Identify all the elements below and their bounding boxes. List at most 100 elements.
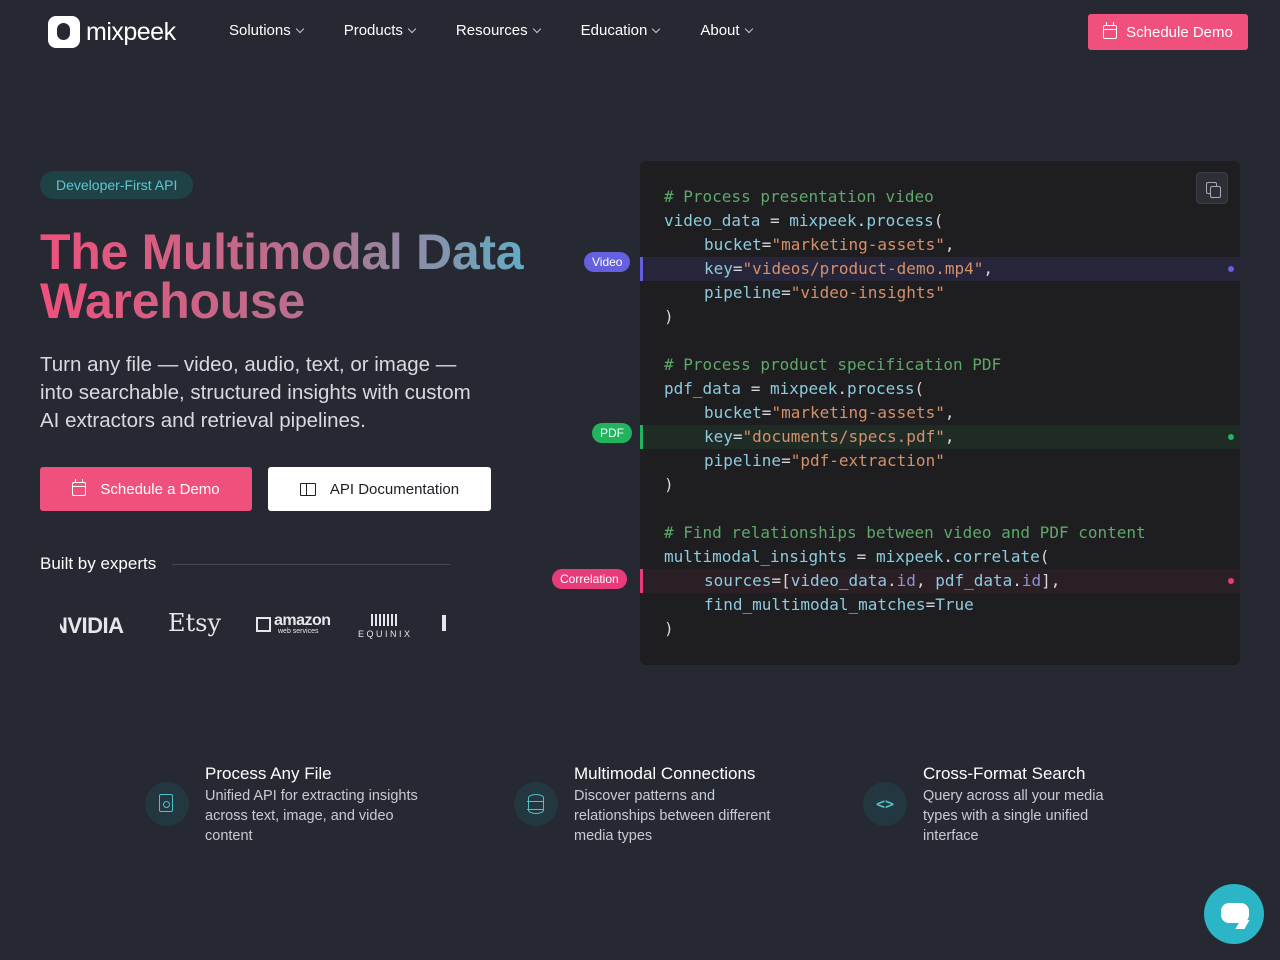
code-token: = [925, 595, 936, 614]
code-line: video_data = mixpeek.process( [640, 209, 1240, 233]
code-token: = [781, 451, 791, 470]
feature-desc: Query across all your media types with a… [923, 788, 1104, 844]
schedule-a-demo-label: Schedule a Demo [100, 480, 220, 498]
logo-text: mixpeek [86, 17, 176, 46]
code-token: ) [664, 307, 674, 326]
code-token: . [856, 211, 867, 230]
code-token: video_data [664, 211, 761, 230]
code-token: = [732, 427, 743, 446]
code-token: mixpeek [875, 547, 944, 566]
calendar-icon [1103, 22, 1118, 39]
aws-cube-icon [256, 617, 271, 632]
feature-icon-bg [145, 782, 189, 826]
chat-icon[interactable] [1204, 884, 1264, 944]
code-token: id [896, 571, 916, 590]
code-line: find_multimodal_matches=True [640, 593, 1240, 617]
code-line: # Process product specification PDF [640, 353, 1240, 377]
code-token: mixpeek [769, 379, 838, 398]
chevron-down-icon [744, 24, 753, 33]
feature-icon-bg: <> [863, 782, 907, 826]
pdf-tag: PDF [592, 423, 632, 443]
code-token: , [944, 235, 955, 254]
code-token: bucket [704, 235, 762, 254]
code-line-pdf-highlight: key="documents/specs.pdf", [640, 425, 1240, 449]
menu-label: Solutions [229, 22, 291, 39]
code-line: multimodal_insights = mixpeek.correlate( [640, 545, 1240, 569]
code-token: = [760, 211, 790, 230]
code-string: "video-insights" [790, 283, 945, 302]
code-token: video_data [790, 571, 888, 590]
pdf-marker-dot [1228, 434, 1234, 440]
menu-label: Resources [455, 22, 528, 39]
code-token: ) [664, 475, 674, 494]
feature-title: Multimodal Connections [574, 764, 756, 783]
code-comment: # Process product specification PDF [664, 355, 1002, 374]
menu-education[interactable]: Education [581, 22, 661, 39]
code-token: ( [1039, 547, 1050, 566]
hero-title: The Multimodal Data Warehouse [40, 228, 600, 326]
etsy-logo: Etsy [168, 609, 222, 637]
chevron-down-icon [407, 24, 417, 33]
feature-body: Cross-Format Search Query across all you… [923, 764, 1123, 846]
file-search-icon [159, 794, 173, 812]
calendar-icon [72, 479, 87, 496]
schedule-demo-nav-button[interactable]: Schedule Demo [1088, 14, 1248, 50]
code-panel: # Process presentation video video_data … [640, 161, 1240, 665]
code-token: =[ [771, 571, 791, 590]
api-documentation-label: API Documentation [329, 480, 460, 498]
code-line: bucket="marketing-assets", [640, 233, 1240, 257]
feature-icon-bg [514, 782, 558, 826]
code-block: # Process presentation video video_data … [640, 185, 1240, 641]
schedule-a-demo-button[interactable]: Schedule a Demo [40, 467, 252, 511]
code-icon: <> [875, 795, 895, 813]
feature-title: Process Any File [205, 764, 332, 783]
correlation-marker-dot [1228, 578, 1234, 584]
equinix-bars-icon [371, 614, 400, 626]
api-documentation-button[interactable]: API Documentation [268, 467, 491, 511]
code-token: find_multimodal_matches [704, 595, 926, 614]
menu-solutions[interactable]: Solutions [229, 22, 304, 39]
feature-desc: Unified API for extracting insights acro… [205, 788, 418, 844]
code-token: = [761, 403, 772, 422]
code-line-correlation-highlight: sources=[video_data.id, pdf_data.id], [640, 569, 1240, 593]
code-token: process [847, 379, 915, 398]
chevron-down-icon [295, 24, 304, 33]
top-nav: mixpeek Solutions Products Resources Edu… [0, 0, 1280, 64]
menu-about[interactable]: About [700, 22, 753, 39]
code-string: "marketing-assets" [771, 235, 945, 254]
code-string: "pdf-extraction" [790, 451, 945, 470]
code-line: pipeline="pdf-extraction" [640, 449, 1240, 473]
feature-multimodal-connections: Multimodal Connections Discover patterns… [514, 764, 794, 846]
code-token: bucket [704, 403, 762, 422]
code-token: ], [1041, 571, 1061, 590]
code-comment: # Find relationships between video and P… [664, 523, 1146, 542]
code-token: = [847, 547, 876, 566]
book-icon [299, 482, 316, 496]
code-line: ) [640, 473, 1240, 497]
code-string: "videos/product-demo.mp4" [742, 259, 984, 278]
code-token: , [983, 259, 994, 278]
nvidia-logo: NVIDIA [60, 613, 124, 638]
chevron-down-icon [652, 24, 661, 33]
menu-resources[interactable]: Resources [455, 22, 541, 39]
code-token: ( [933, 211, 944, 230]
code-token: mixpeek [789, 211, 857, 230]
feature-desc: Discover patterns and relationships betw… [574, 788, 771, 844]
mixpeek-logo[interactable]: mixpeek [48, 16, 176, 48]
code-token: correlate [953, 547, 1040, 566]
main-menu: Solutions Products Resources Education A… [229, 22, 793, 39]
chevron-down-icon [532, 24, 541, 33]
schedule-demo-label: Schedule Demo [1126, 23, 1233, 41]
code-token: , [944, 427, 955, 446]
code-token: True [935, 595, 974, 614]
partial-logo [442, 615, 446, 631]
menu-products[interactable]: Products [344, 22, 417, 39]
code-token: = [761, 235, 772, 254]
code-token: id [1021, 571, 1042, 590]
code-token: , [915, 571, 936, 590]
code-token: pipeline [704, 283, 782, 302]
video-tag: Video [584, 252, 631, 272]
code-token: sources [704, 571, 772, 590]
